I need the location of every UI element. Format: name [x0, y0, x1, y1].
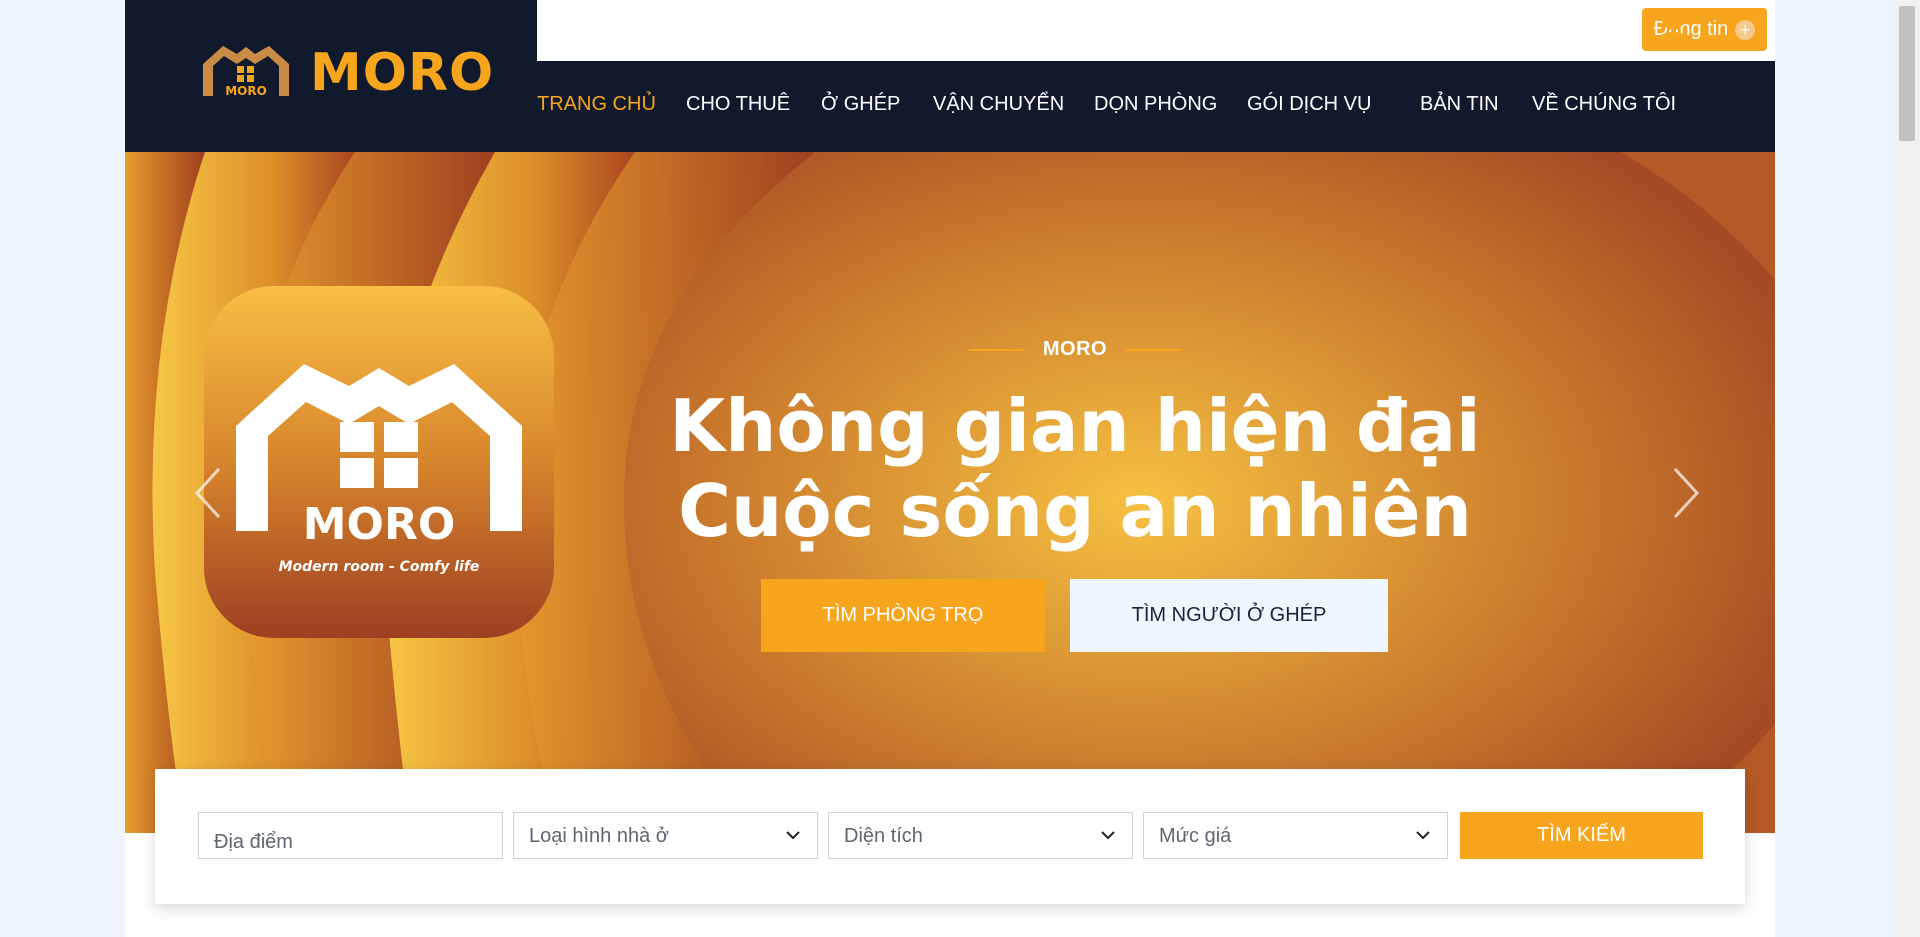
find-room-button[interactable]: TÌM PHÒNG TRỌ [761, 579, 1045, 652]
hero-eyebrow-text: MORO [1042, 338, 1108, 360]
location-field[interactable] [198, 812, 503, 859]
chevron-down-icon [1416, 831, 1430, 840]
top-bar [537, 0, 1775, 61]
headline-line-2: Cuộc sống an nhiên [678, 469, 1472, 553]
search-panel: Loại hình nhà ở Diện tích Mức giá TÌM KI… [155, 769, 1745, 904]
nav-item-rent[interactable]: CHO THUÊ [686, 93, 790, 116]
page: MORO MORO Đăng tin + TRANG CHỦ CHO THUÊ … [125, 0, 1775, 937]
location-input[interactable] [199, 813, 502, 858]
property-type-select[interactable]: Loại hình nhà ở [513, 812, 818, 859]
main-nav: TRANG CHỦ CHO THUÊ Ở GHÉP VẬN CHUYỂN DỌN… [537, 61, 1775, 152]
property-type-value: Loại hình nhà ở [529, 825, 669, 847]
user-icon[interactable] [1653, 6, 1693, 50]
nav-item-moving[interactable]: VẬN CHUYỂN [933, 93, 1064, 116]
prev-slide-icon[interactable] [189, 463, 229, 523]
plus-circle-icon: + [1735, 19, 1756, 40]
area-select[interactable]: Diện tích [828, 812, 1133, 859]
hero-headline: Không gian hiện đại Cuộc sống an nhiên [565, 384, 1585, 554]
area-value: Diện tích [844, 825, 923, 847]
logo-mark-text: MORO [225, 84, 267, 98]
chevron-down-icon [786, 831, 800, 840]
find-roommate-button[interactable]: TÌM NGƯỜI Ở GHÉP [1070, 579, 1388, 652]
search-button[interactable]: TÌM KIẾM [1460, 812, 1703, 859]
eyebrow-line-right [1125, 348, 1182, 351]
price-select[interactable]: Mức giá [1143, 812, 1448, 859]
app-icon-tagline: Modern room - Comfy life [279, 559, 480, 575]
house-logo-icon: MORO [203, 46, 289, 98]
page-scrollbar[interactable] [1895, 0, 1920, 937]
nav-item-news[interactable]: BẢN TIN [1420, 93, 1499, 116]
nav-item-about[interactable]: VỀ CHÚNG TÔI [1532, 93, 1676, 116]
moro-app-icon: MORO Modern room - Comfy life [204, 286, 554, 638]
hero-slider: MORO Modern room - Comfy life MORO Không… [125, 152, 1775, 833]
headline-line-1: Không gian hiện đại [669, 384, 1481, 468]
next-slide-icon[interactable] [1665, 463, 1705, 523]
nav-item-roommate[interactable]: Ở GHÉP [821, 93, 900, 116]
brand-name: MORO [310, 43, 495, 103]
nav-item-cleaning[interactable]: DỌN PHÒNG [1094, 93, 1217, 116]
hero-eyebrow: MORO [565, 338, 1585, 361]
app-icon-title: MORO [303, 499, 455, 550]
hero-content: MORO Không gian hiện đại Cuộc sống an nh… [565, 152, 1585, 833]
eyebrow-line-left [968, 348, 1025, 351]
chevron-down-icon [1101, 831, 1115, 840]
nav-item-packages[interactable]: GÓI DỊCH VỤ [1247, 93, 1371, 116]
logo-block[interactable]: MORO MORO [125, 0, 537, 152]
scrollbar-thumb[interactable] [1899, 6, 1915, 141]
nav-item-home[interactable]: TRANG CHỦ [537, 93, 656, 116]
price-value: Mức giá [1159, 825, 1232, 847]
